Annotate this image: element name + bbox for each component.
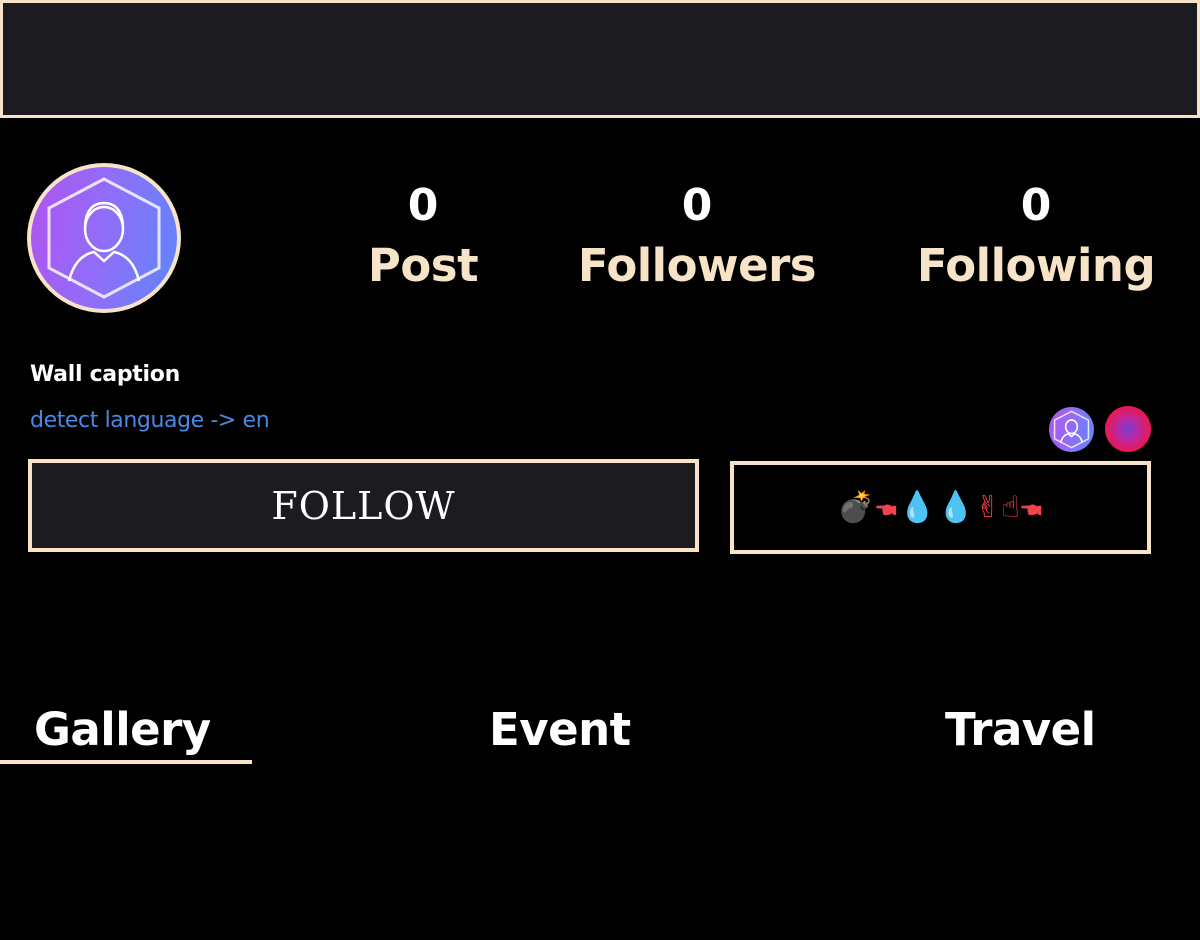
active-tab-indicator (0, 760, 252, 764)
stat-posts-count: 0 (407, 180, 439, 231)
user-hexagon-icon (1053, 410, 1090, 449)
detect-language-link[interactable]: detect language -> en (30, 408, 270, 433)
stat-following-label: Following (916, 239, 1156, 292)
follow-button[interactable]: FOLLOW (28, 459, 699, 552)
user-hexagon-icon (47, 177, 161, 299)
gradient-dot-icon[interactable] (1105, 406, 1151, 452)
follow-button-label: FOLLOW (271, 483, 456, 528)
profile-avatar[interactable] (27, 163, 181, 313)
tab-event[interactable]: Event (489, 703, 631, 756)
stat-followers-label: Followers (577, 239, 817, 292)
tab-travel[interactable]: Travel (945, 703, 1096, 756)
wall-caption: Wall caption (30, 362, 180, 387)
emoji-bio-box: 💣🖜💧💧✌☝🖜 (730, 461, 1151, 554)
stat-posts[interactable]: 0 Post (350, 181, 496, 301)
top-header-bar (0, 0, 1200, 118)
stat-following[interactable]: 0 Following (908, 181, 1164, 301)
tab-gallery[interactable]: Gallery (34, 703, 211, 756)
stat-followers[interactable]: 0 Followers (573, 181, 821, 301)
emoji-text: 💣🖜💧💧✌☝🖜 (837, 490, 1044, 525)
stat-posts-label: Post (367, 239, 479, 292)
stat-followers-count: 0 (681, 180, 713, 231)
stat-following-count: 0 (1020, 180, 1052, 231)
mini-avatar[interactable] (1049, 407, 1094, 452)
